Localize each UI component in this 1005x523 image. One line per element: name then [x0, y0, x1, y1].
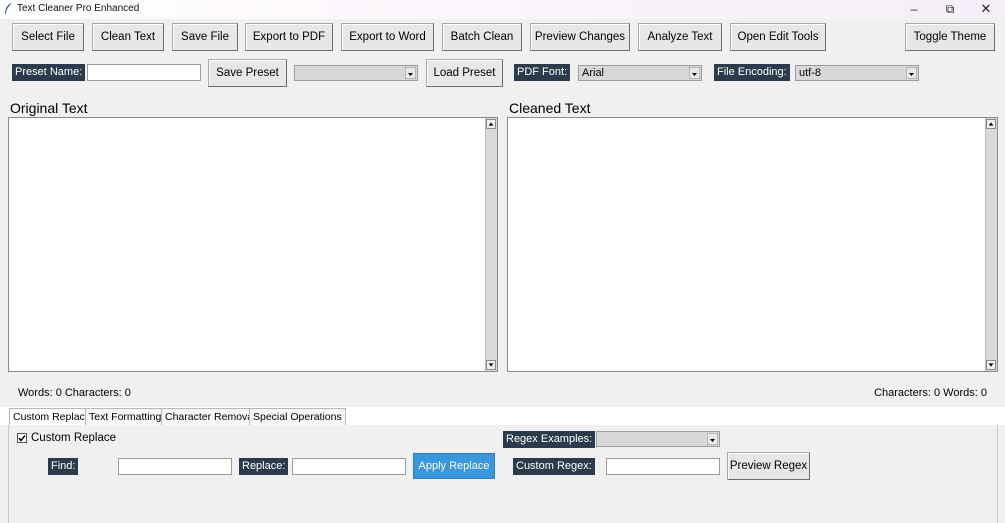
original-scrollbar[interactable]: [485, 118, 497, 371]
cleaned-text-area[interactable]: [507, 117, 998, 372]
save-preset-button[interactable]: Save Preset: [208, 59, 287, 87]
custom-regex-label: Custom Regex:: [513, 458, 595, 475]
open-edit-tools-button[interactable]: Open Edit Tools: [730, 23, 826, 51]
pdf-font-label: PDF Font:: [514, 64, 571, 81]
load-preset-button[interactable]: Load Preset: [426, 59, 503, 87]
regex-examples-select[interactable]: [596, 431, 720, 447]
close-icon[interactable]: ✕: [968, 0, 1004, 19]
pdf-font-select[interactable]: Arial: [578, 65, 702, 81]
save-file-button[interactable]: Save File: [172, 23, 238, 51]
preset-name-input[interactable]: [87, 64, 201, 81]
preset-name-label: Preset Name:: [12, 64, 86, 81]
select-file-button[interactable]: Select File: [12, 23, 84, 51]
restore-icon[interactable]: ⧉: [932, 0, 968, 19]
tab-custom-replace[interactable]: Custom Replace: [9, 408, 95, 426]
custom-regex-input[interactable]: [606, 458, 720, 475]
preview-changes-button[interactable]: Preview Changes: [530, 23, 630, 51]
clean-text-button[interactable]: Clean Text: [92, 23, 164, 51]
dropdown-arrow-icon: [707, 433, 718, 445]
preview-regex-button[interactable]: Preview Regex: [727, 452, 810, 480]
scroll-down-icon[interactable]: [986, 360, 996, 370]
toggle-theme-button[interactable]: Toggle Theme: [905, 23, 995, 51]
original-stats: Words: 0 Characters: 0: [18, 387, 131, 399]
file-encoding-label: File Encoding:: [714, 64, 790, 81]
apply-replace-button[interactable]: Apply Replace: [413, 453, 495, 479]
cleaned-text-title: Cleaned Text: [509, 100, 591, 116]
original-text-area[interactable]: [8, 117, 498, 372]
original-text-title: Original Text: [10, 100, 88, 116]
replace-input[interactable]: [292, 458, 406, 475]
tab-character-removal[interactable]: Character Removal: [161, 408, 260, 426]
find-input[interactable]: [118, 458, 232, 475]
minimize-icon[interactable]: –: [896, 0, 932, 19]
scroll-up-icon[interactable]: [486, 119, 496, 129]
custom-replace-checkbox-label[interactable]: Custom Replace: [31, 432, 116, 444]
tab-text-formatting[interactable]: Text Formatting: [85, 408, 166, 426]
file-encoding-value: utf-8: [799, 67, 822, 79]
regex-examples-label: Regex Examples:: [503, 431, 596, 448]
preset-select[interactable]: [294, 65, 418, 81]
file-encoding-select[interactable]: utf-8: [795, 65, 919, 81]
scroll-up-icon[interactable]: [986, 119, 996, 129]
cleaned-stats: Characters: 0 Words: 0: [874, 387, 987, 399]
export-pdf-button[interactable]: Export to PDF: [245, 23, 333, 51]
replace-label: Replace:: [239, 458, 289, 475]
batch-clean-button[interactable]: Batch Clean: [442, 23, 522, 51]
export-word-button[interactable]: Export to Word: [341, 23, 434, 51]
feather-app-icon: [5, 3, 12, 14]
scroll-down-icon[interactable]: [486, 360, 496, 370]
checkbox-check-icon[interactable]: [17, 433, 27, 443]
analyze-text-button[interactable]: Analyze Text: [638, 23, 722, 51]
dropdown-arrow-icon: [689, 67, 700, 79]
find-label: Find:: [48, 458, 79, 475]
dropdown-arrow-icon: [405, 67, 416, 79]
tab-special-operations[interactable]: Special Operations: [249, 408, 346, 426]
dropdown-arrow-icon: [906, 67, 917, 79]
cleaned-scrollbar[interactable]: [985, 118, 997, 371]
pdf-font-value: Arial: [582, 67, 605, 79]
title-bar: [0, 0, 1005, 19]
window-title: Text Cleaner Pro Enhanced: [17, 3, 140, 14]
